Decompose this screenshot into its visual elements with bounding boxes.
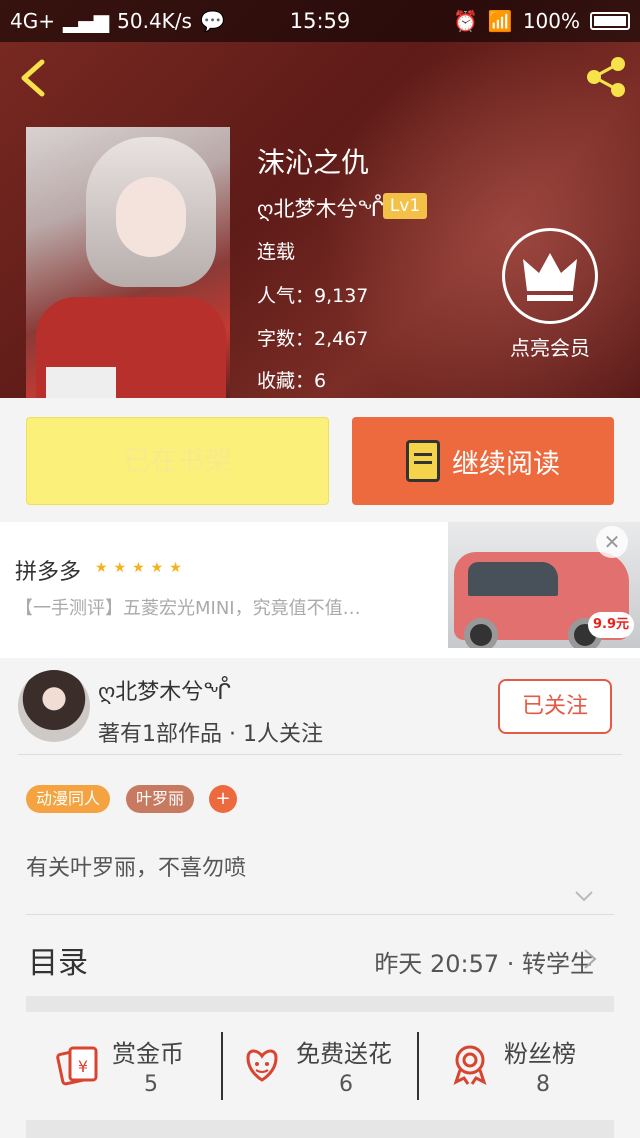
fan-ranking-count: 8: [536, 1072, 550, 1097]
popularity-stat: 人气：9,137: [257, 285, 369, 307]
book-header: 4G+ ▂▄▆ 50.4K/s 💬 15:59 ⏰ 📶 100% 沫沁之仇 ღ北…: [0, 0, 640, 398]
perk-divider: [417, 1032, 419, 1100]
ad-rating-stars: ★★★★★: [95, 560, 188, 576]
ad-description: 【一手测评】五菱宏光MINI，究竟值不值…: [15, 598, 361, 619]
chevron-down-icon[interactable]: [574, 886, 594, 906]
fan-ranking-button[interactable]: 粉丝榜 8: [448, 1028, 598, 1108]
status-bar: 4G+ ▂▄▆ 50.4K/s 💬 15:59 ⏰ 📶 100%: [0, 0, 640, 42]
free-flower-label: 免费送花: [296, 1040, 392, 1068]
vip-label: 点亮会员: [510, 336, 590, 360]
reward-coins-button[interactable]: ¥ 赏金币 5: [56, 1028, 206, 1108]
battery-percent: 100%: [522, 9, 580, 33]
toc-label[interactable]: 目录: [28, 938, 88, 982]
divider: [26, 914, 614, 915]
section-gap: [26, 1120, 614, 1138]
author-name[interactable]: ღ北梦木兮ᖎ: [257, 193, 384, 223]
flower-icon: [246, 1049, 278, 1082]
ad-close-icon[interactable]: ✕: [596, 526, 628, 558]
add-tag-button[interactable]: +: [209, 785, 237, 813]
crown-icon: [502, 228, 598, 324]
ad-banner[interactable]: 拼多多 ★★★★★ 【一手测评】五菱宏光MINI，究竟值不值… 9.9元: [0, 522, 640, 658]
wifi-icon: 📶: [487, 9, 513, 33]
ribbon-medal-icon: [453, 1045, 487, 1085]
share-icon[interactable]: [582, 54, 628, 100]
book-icon: [406, 440, 440, 482]
perk-divider: [221, 1032, 223, 1100]
coin-envelope-icon: ¥: [56, 1046, 98, 1086]
free-flower-count: 6: [339, 1072, 353, 1097]
followed-button[interactable]: 已关注: [498, 679, 612, 734]
free-flower-button[interactable]: 免费送花 6: [240, 1028, 410, 1108]
book-cover[interactable]: [26, 127, 230, 398]
reward-coins-count: 5: [144, 1072, 158, 1097]
divider: [18, 754, 622, 755]
action-bar: 已在书架 继续阅读: [0, 398, 640, 522]
author-avatar[interactable]: [18, 670, 90, 742]
continue-reading-button[interactable]: 继续阅读: [352, 417, 614, 505]
vip-button[interactable]: 点亮会员: [498, 228, 602, 360]
level-badge: Lv1: [383, 193, 427, 219]
author-section: ღ北梦木兮ᖎ 著有1部作品 · 1人关注 已关注 动漫同人 叶罗丽 + 有关叶罗…: [0, 658, 640, 1138]
back-arrow-icon[interactable]: [14, 56, 54, 100]
battery-icon: [590, 12, 630, 30]
author-card-name[interactable]: ღ北梦木兮ᖎ: [98, 674, 231, 706]
tag-anime-fanfic[interactable]: 动漫同人: [26, 785, 111, 813]
reward-coins-label: 赏金币: [112, 1040, 184, 1068]
tag-yeluoli[interactable]: 叶罗丽: [126, 785, 195, 813]
author-meta: 著有1部作品 · 1人关注: [98, 722, 323, 747]
svg-text:¥: ¥: [78, 1057, 88, 1076]
book-title: 沫沁之仇: [257, 146, 370, 179]
alarm-icon: ⏰: [453, 9, 478, 33]
continue-reading-label: 继续阅读: [452, 448, 560, 480]
book-intro: 有关叶罗丽，不喜勿喷: [26, 856, 247, 881]
in-bookshelf-button[interactable]: 已在书架: [26, 417, 329, 505]
toc-latest-chapter[interactable]: 昨天 20:57 · 转学生: [374, 944, 594, 979]
chevron-right-icon[interactable]: [580, 948, 600, 970]
section-gap: [26, 996, 614, 1012]
favorites-stat: 收藏：6: [257, 370, 327, 392]
ad-price: 9.9元: [588, 612, 634, 638]
serial-status: 连载: [257, 241, 296, 263]
word-count-stat: 字数：2,467: [257, 328, 369, 350]
ad-title: 拼多多: [15, 560, 82, 585]
fan-ranking-label: 粉丝榜: [504, 1040, 576, 1068]
